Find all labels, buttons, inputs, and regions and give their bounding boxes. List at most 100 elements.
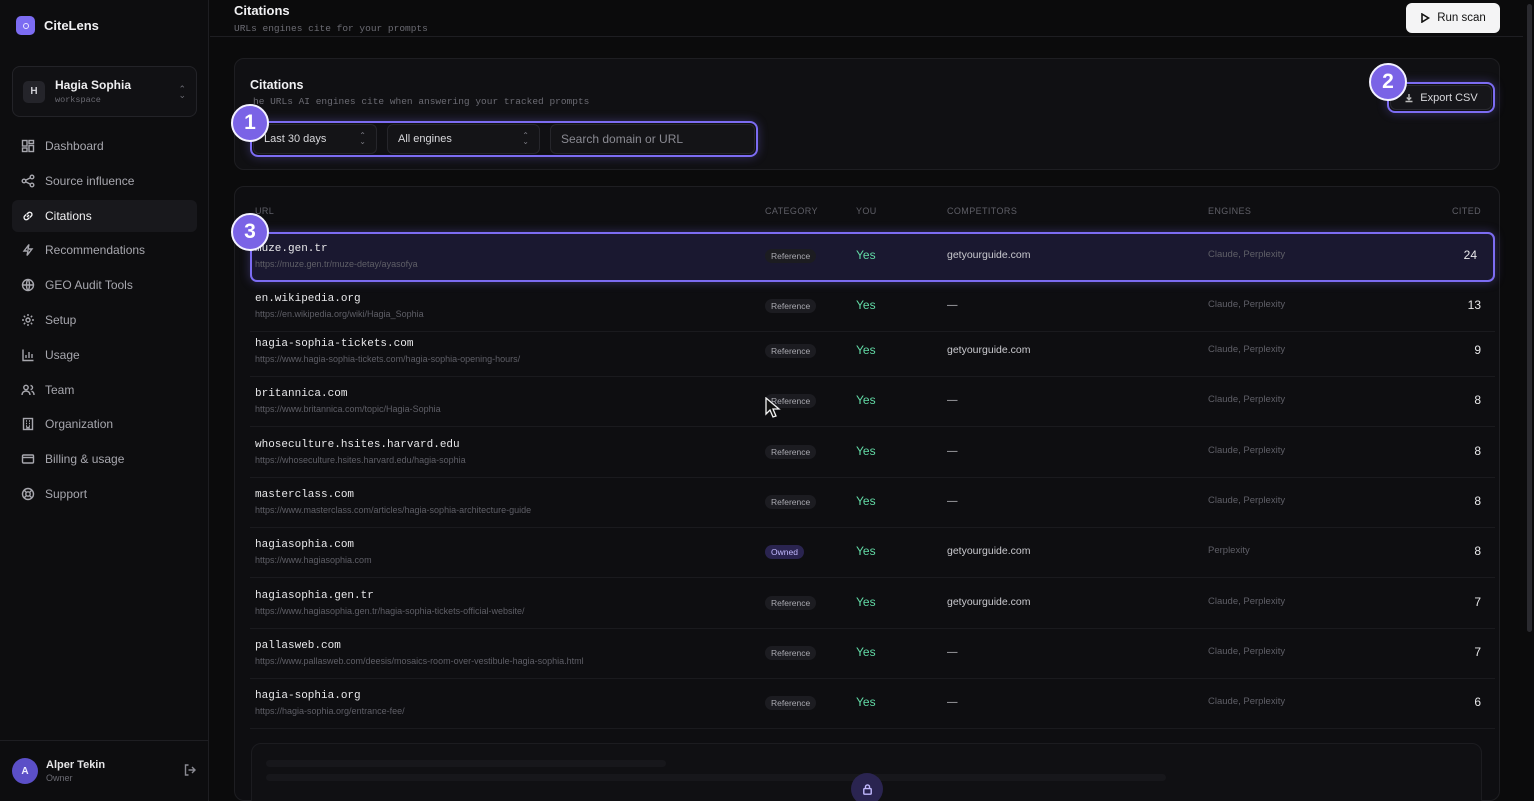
cell-url: https://www.hagiasophia.com <box>255 555 372 565</box>
category-badge: Reference <box>765 646 817 660</box>
cell-you: Yes <box>856 595 876 609</box>
column-header-cited[interactable]: CITED <box>1452 206 1481 216</box>
chevron-up-down-icon: ⌃ ⌄ <box>522 131 529 146</box>
blurred-line <box>266 760 666 767</box>
cell-competitors: — <box>947 394 958 406</box>
workspace-switcher[interactable]: H Hagia Sophia workspace ⌃ ⌄ <box>12 66 197 117</box>
engine-select[interactable]: All engines ⌃ ⌄ <box>387 124 540 154</box>
category-badge: Reference <box>765 249 817 263</box>
cell-engines: Claude, Perplexity <box>1208 646 1286 657</box>
table-row[interactable]: muze.gen.tr https://muze.gen.tr/muze-deta… <box>250 232 1495 282</box>
sidebar-item-label: Usage <box>45 347 80 362</box>
sidebar-item-label: Billing & usage <box>45 452 125 467</box>
cell-domain: hagiasophia.com <box>255 539 355 551</box>
cell-you: Yes <box>856 444 876 458</box>
sidebar-item-setup[interactable]: Setup <box>12 304 197 336</box>
export-csv-label: Export CSV <box>1420 91 1478 104</box>
lifebuoy-icon <box>21 487 35 501</box>
table-row[interactable]: hagiasophia.gen.tr https://www.hagiasophi… <box>250 579 1495 629</box>
cell-cited: 8 <box>1474 444 1481 458</box>
annotation-marker-2: 2 <box>1369 63 1407 101</box>
category-badge: Reference <box>765 596 817 610</box>
column-header-you[interactable]: YOU <box>856 206 877 216</box>
table-row[interactable]: en.wikipedia.org https://en.wikipedia.org… <box>250 282 1495 332</box>
workspace-name: Hagia Sophia <box>55 78 132 92</box>
share-icon <box>21 174 35 188</box>
cell-you: Yes <box>856 248 876 262</box>
cell-domain: pallasweb.com <box>255 640 341 652</box>
cell-domain: masterclass.com <box>255 489 355 501</box>
search-input[interactable] <box>550 124 755 154</box>
sidebar-item-support[interactable]: Support <box>12 478 197 510</box>
cell-cited: 24 <box>1463 248 1477 262</box>
cell-cited: 7 <box>1474 645 1481 659</box>
cell-url: https://en.wikipedia.org/wiki/Hagia_Soph… <box>255 309 424 319</box>
cell-domain: hagia-sophia-tickets.com <box>255 338 414 350</box>
logout-icon[interactable] <box>183 763 197 780</box>
cell-engines: Claude, Perplexity <box>1208 596 1286 607</box>
bar-chart-icon <box>21 348 35 362</box>
page-subtitle: URLs engines cite for your prompts <box>234 23 428 34</box>
link-icon <box>21 209 35 223</box>
cell-url: https://hagia-sophia.org/entrance-fee/ <box>255 706 405 716</box>
workspace-avatar: H <box>23 80 45 103</box>
sidebar-item-source-influence[interactable]: Source influence <box>12 165 197 197</box>
table-row[interactable]: britannica.com https://www.britannica.com… <box>250 377 1495 427</box>
page-header: Citations URLs engines cite for your pro… <box>210 0 1523 37</box>
sidebar-item-organization[interactable]: Organization <box>12 408 197 440</box>
table-row[interactable]: pallasweb.com https://www.pallasweb.com/d… <box>250 629 1495 679</box>
scrollbar-thumb[interactable] <box>1527 4 1532 632</box>
date-range-select[interactable]: Last 30 days ⌃ ⌄ <box>253 124 377 154</box>
cell-url: https://whoseculture.hsites.harvard.edu/… <box>255 455 466 465</box>
lock-icon[interactable] <box>851 773 883 801</box>
table-row[interactable]: hagia-sophia.org https://hagia-sophia.org… <box>250 679 1495 729</box>
page-scrollbar[interactable] <box>1525 0 1534 801</box>
cell-cited: 13 <box>1467 298 1481 312</box>
category-badge: Owned <box>765 545 804 559</box>
cell-domain: britannica.com <box>255 388 348 400</box>
cell-you: Yes <box>856 298 876 312</box>
cell-engines: Perplexity <box>1208 545 1250 556</box>
sidebar-item-team[interactable]: Team <box>12 374 197 406</box>
sidebar-item-billing[interactable]: Billing & usage <box>12 443 197 475</box>
cell-you: Yes <box>856 494 876 508</box>
cell-engines: Claude, Perplexity <box>1208 445 1286 456</box>
cell-competitors: — <box>947 445 958 457</box>
table-row[interactable]: whoseculture.hsites.harvard.edu https://w… <box>250 428 1495 478</box>
cell-competitors: — <box>947 696 958 708</box>
table-row[interactable]: hagiasophia.com https://www.hagiasophia.c… <box>250 528 1495 578</box>
cell-cited: 9 <box>1474 343 1481 357</box>
sidebar-item-citations[interactable]: Citations <box>12 199 197 232</box>
card-title: Citations <box>250 78 304 92</box>
sidebar-item-usage[interactable]: Usage <box>12 339 197 371</box>
cell-engines: Claude, Perplexity <box>1208 394 1286 405</box>
sidebar-item-geo-audit-tools[interactable]: GEO Audit Tools <box>12 269 197 301</box>
chevron-up-down-icon: ⌃ ⌄ <box>178 83 186 100</box>
engine-value: All engines <box>398 133 452 145</box>
table-row[interactable]: hagia-sophia-tickets.com https://www.hagi… <box>250 327 1495 377</box>
cell-you: Yes <box>856 544 876 558</box>
cell-competitors: getyourguide.com <box>947 545 1031 557</box>
cell-domain: en.wikipedia.org <box>255 293 361 305</box>
table-row[interactable]: masterclass.com https://www.masterclass.c… <box>250 478 1495 528</box>
chevron-up-down-icon: ⌃ ⌄ <box>359 131 366 146</box>
globe-icon <box>21 278 35 292</box>
cell-cited: 7 <box>1474 595 1481 609</box>
cell-url: https://www.pallasweb.com/deesis/mosaics… <box>255 656 584 666</box>
run-scan-button[interactable]: Run scan <box>1406 3 1500 33</box>
cell-competitors: getyourguide.com <box>947 249 1031 261</box>
sidebar-nav: Dashboard Source influence Citations Rec… <box>12 130 197 513</box>
cell-url: https://www.hagiasophia.gen.tr/hagia-sop… <box>255 606 525 616</box>
brand[interactable]: CiteLens <box>16 16 99 35</box>
cell-engines: Claude, Perplexity <box>1208 344 1286 355</box>
column-header-competitors[interactable]: COMPETITORS <box>947 206 1017 216</box>
cell-competitors: — <box>947 495 958 507</box>
download-icon <box>1405 93 1413 102</box>
cell-engines: Claude, Perplexity <box>1208 495 1286 506</box>
column-header-engines[interactable]: ENGINES <box>1208 206 1251 216</box>
user-menu[interactable]: A Alper Tekin Owner <box>0 740 209 801</box>
sidebar-item-recommendations[interactable]: Recommendations <box>12 234 197 266</box>
column-header-category[interactable]: CATEGORY <box>765 206 818 216</box>
card-subtitle: he URLs AI engines cite when answering y… <box>253 96 590 107</box>
sidebar-item-dashboard[interactable]: Dashboard <box>12 130 197 162</box>
